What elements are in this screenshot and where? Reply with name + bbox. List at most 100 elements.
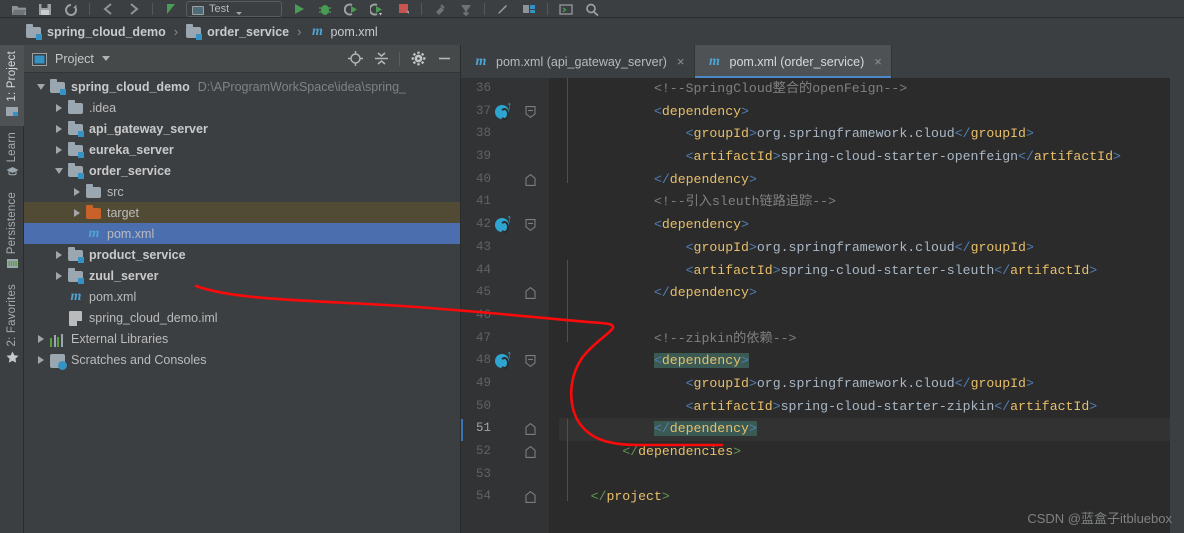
gutter-line-39[interactable]: 39 <box>461 146 549 169</box>
code-fold-end-icon[interactable] <box>525 491 536 504</box>
chevron-right-icon[interactable] <box>32 355 50 364</box>
tree-node-pom-xml[interactable]: m pom.xml <box>24 286 460 307</box>
edit-icon[interactable] <box>490 0 516 17</box>
chevron-right-icon[interactable] <box>68 187 86 196</box>
tree-node-zuul-server[interactable]: zuul_server <box>24 265 460 286</box>
tree-node-spring-cloud-demo-iml[interactable]: spring_cloud_demo.iml <box>24 307 460 328</box>
breadcrumb-item-file[interactable]: m pom.xml <box>309 24 378 40</box>
run-icon[interactable] <box>286 0 312 17</box>
gutter-line-52[interactable]: 52 <box>461 441 549 464</box>
chevron-down-icon[interactable] <box>50 167 68 174</box>
tree-node-order-service[interactable]: order_service <box>24 160 460 181</box>
update-project-icon[interactable] <box>453 0 479 17</box>
tool-window-tab-persistence[interactable]: Persistence <box>0 186 24 278</box>
gutter-line-41[interactable]: 41 <box>461 191 549 214</box>
gutter-line-44[interactable]: 44 <box>461 260 549 283</box>
tool-window-tab-learn[interactable]: Learn <box>0 126 24 186</box>
editor-tab-1[interactable]: m pom.xml (api_gateway_server) × <box>461 45 695 78</box>
gutter-line-36[interactable]: 36 <box>461 78 549 101</box>
code-fold-start-icon[interactable] <box>525 355 536 368</box>
build-icon[interactable] <box>427 0 453 17</box>
tree-node-eureka-server[interactable]: eureka_server <box>24 139 460 160</box>
open-folder-icon[interactable] <box>6 0 32 17</box>
gutter-line-42[interactable]: 42 <box>461 213 549 237</box>
editor-tab-2[interactable]: m pom.xml (order_service) × <box>694 45 892 78</box>
tree-node-src[interactable]: src <box>24 181 460 202</box>
structure-icon[interactable] <box>516 0 542 17</box>
save-all-icon[interactable] <box>32 0 58 17</box>
locate-icon[interactable] <box>343 47 367 71</box>
terminal-icon[interactable] <box>553 0 579 17</box>
tree-node-product-service[interactable]: product_service <box>24 244 460 265</box>
hide-minimize-icon[interactable] <box>432 47 456 71</box>
tree-node-scratches-and-consoles[interactable]: Scratches and Consoles <box>24 349 460 370</box>
chevron-right-icon[interactable] <box>32 334 50 343</box>
code-fold-start-icon[interactable] <box>525 105 536 118</box>
close-icon[interactable]: × <box>677 54 685 69</box>
gutter-line-45[interactable]: 45 <box>461 282 549 305</box>
close-icon[interactable]: × <box>874 54 882 69</box>
chevron-right-icon[interactable] <box>50 271 68 280</box>
profile-icon[interactable] <box>364 0 390 17</box>
code-fold-end-icon[interactable] <box>525 423 536 436</box>
code-token: dependency <box>669 285 749 301</box>
search-icon[interactable] <box>579 0 605 17</box>
code-editor[interactable]: 36 37 38 39 40 41 42 43 44 45 46 47 48 49 50 51 52 53 54 <… <box>461 78 1184 533</box>
gutter-line-37[interactable]: 37 <box>461 100 549 124</box>
chevron-down-icon[interactable] <box>101 56 110 61</box>
code-fold-end-icon[interactable] <box>525 287 536 300</box>
editor-gutter[interactable]: 36 37 38 39 40 41 42 43 44 45 46 47 48 49 50 51 52 53 54 <box>461 78 549 533</box>
code-token: > <box>741 103 749 119</box>
breadcrumb-item-module[interactable]: order_service <box>186 23 289 40</box>
chevron-right-icon[interactable] <box>50 145 68 154</box>
undo-icon[interactable] <box>95 0 121 17</box>
editor-scrollbar[interactable] <box>1170 78 1184 533</box>
chevron-right-icon[interactable] <box>50 250 68 259</box>
chevron-right-icon[interactable] <box>50 103 68 112</box>
chevron-down-icon[interactable] <box>32 83 50 90</box>
gutter-line-50[interactable]: 50 <box>461 396 549 419</box>
maven-reimport-icon[interactable] <box>495 100 512 120</box>
gutter-line-49[interactable]: 49 <box>461 373 549 396</box>
tree-node-target[interactable]: target <box>24 202 460 223</box>
run-configuration-selector[interactable]: Test <box>186 1 282 17</box>
tool-window-tab-favorites[interactable]: 2: Favorites <box>0 278 24 371</box>
code-fold-end-icon[interactable] <box>525 173 536 186</box>
gutter-line-51[interactable]: 51 <box>461 418 549 441</box>
code-fold-start-icon[interactable] <box>525 219 536 232</box>
gutter-line-46[interactable]: 46 <box>461 305 549 328</box>
code-content[interactable]: <!--SpringCloud整合的openFeign--> <dependen… <box>549 78 1184 533</box>
gutter-line-48[interactable]: 48 <box>461 349 549 373</box>
maven-reimport-icon[interactable] <box>495 349 512 370</box>
gutter-line-38[interactable]: 38 <box>461 123 549 146</box>
tree-node-api-gateway-server[interactable]: api_gateway_server <box>24 118 460 139</box>
maven-reimport-icon[interactable] <box>495 213 512 234</box>
gutter-line-43[interactable]: 43 <box>461 237 549 260</box>
code-fold-end-icon[interactable] <box>525 446 536 458</box>
external-libraries-icon <box>50 331 66 347</box>
chevron-right-icon[interactable] <box>50 124 68 133</box>
stop-icon[interactable] <box>390 0 416 17</box>
redo-icon[interactable] <box>121 0 147 17</box>
code-token: dependency <box>661 217 742 233</box>
settings-gear-icon[interactable] <box>406 47 430 71</box>
gutter-line-40[interactable]: 40 <box>461 169 549 192</box>
gutter-line-54[interactable]: 54 <box>461 486 549 509</box>
gutter-line-47[interactable]: 47 <box>461 328 549 351</box>
chevron-right-icon[interactable] <box>68 208 86 217</box>
tree-node-spring-cloud-demo[interactable]: spring_cloud_demo D:\AProgramWorkSpace\id… <box>24 76 460 97</box>
tree-node-idea[interactable]: .idea <box>24 97 460 118</box>
tree-node-pom-xml[interactable]: m pom.xml <box>24 223 460 244</box>
tool-window-tab-project[interactable]: 1: Project <box>0 45 24 126</box>
breadcrumb-item-project[interactable]: spring_cloud_demo <box>26 23 166 40</box>
sync-refresh-icon[interactable] <box>58 0 84 17</box>
tree-node-path: D:\AProgramWorkSpace\idea\spring_ <box>197 79 406 94</box>
tree-node-external-libraries[interactable]: External Libraries <box>24 328 460 349</box>
run-with-coverage-icon[interactable] <box>338 0 364 17</box>
code-token: </ <box>954 375 971 391</box>
collapse-all-icon[interactable] <box>369 47 393 71</box>
debug-icon[interactable] <box>312 0 338 17</box>
run-anything-icon[interactable] <box>158 0 184 17</box>
gutter-line-53[interactable]: 53 <box>461 464 549 487</box>
